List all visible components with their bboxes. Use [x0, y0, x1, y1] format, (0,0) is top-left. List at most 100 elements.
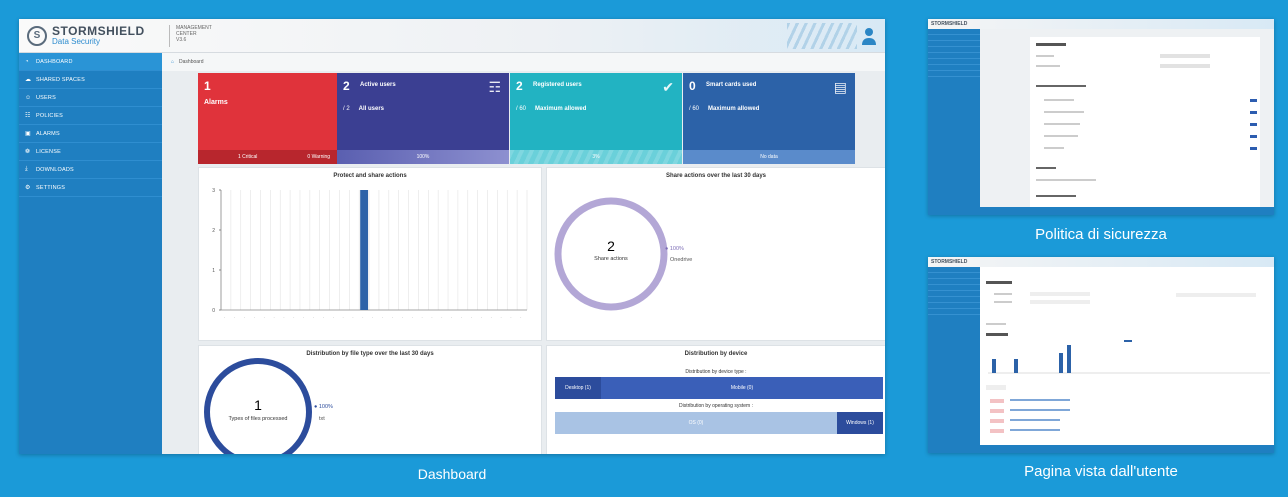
- x-tick-label: ·: [518, 315, 522, 319]
- thumb-top-bar: STORMSHIELD: [928, 19, 1274, 29]
- card-sub: / 60 Maximum allowed: [689, 106, 760, 112]
- sidebar-item-label: LICENSE: [36, 148, 61, 155]
- stat-card[interactable]: 2 Active users ☶ / 2 All users 100%: [337, 73, 509, 164]
- stat-card[interactable]: 2 Registered users ✔ / 60 Maximum allowed…: [510, 73, 682, 164]
- caption-dashboard: Dashboard: [417, 466, 487, 482]
- thumb-sidebar: [928, 267, 980, 445]
- x-tick-label: ·: [252, 315, 256, 319]
- card-footer: 3%: [510, 150, 682, 164]
- legend-name: txt: [319, 416, 325, 422]
- device-panel: Distribution by device Distribution by d…: [546, 345, 885, 454]
- panel-title: Distribution by device: [684, 351, 748, 357]
- logo: S STORMSHIELD Data Security: [19, 23, 169, 46]
- y-tick-label: 3: [212, 188, 215, 194]
- sidebar-item-label: ALARMS: [36, 130, 60, 137]
- x-tick-label: ·: [479, 315, 483, 319]
- sidebar-item-shared-spaces[interactable]: ☁ SHARED SPACES: [19, 71, 162, 89]
- card-title: Smart cards used: [706, 82, 757, 88]
- x-tick-label: ·: [350, 315, 354, 319]
- sidebar-item-label: DOWNLOADS: [36, 166, 74, 173]
- x-tick-label: ·: [222, 315, 226, 319]
- dashboard-screenshot: S STORMSHIELD Data Security MANAGEMENT C…: [19, 19, 885, 454]
- x-tick-label: ·: [321, 315, 325, 319]
- x-tick-label: ·: [420, 315, 424, 319]
- mc-line1: MANAGEMENT: [176, 24, 212, 31]
- protect-share-panel: Protect and share actions 0 1 2 3 · · · · · · · · · ·…: [198, 167, 542, 341]
- mc-line3: V3.6: [176, 36, 187, 43]
- card-sub: / 60 Maximum allowed: [516, 106, 587, 112]
- x-tick-label: ·: [301, 315, 305, 319]
- sidebar-item-label: SETTINGS: [36, 184, 66, 191]
- card-title: Registered users: [533, 82, 582, 88]
- x-tick-label: ·: [400, 315, 404, 319]
- y-tick-label: 0: [212, 308, 215, 314]
- x-tick-label: ·: [262, 315, 266, 319]
- x-tick-label: ·: [331, 315, 335, 319]
- thumb-content: [980, 267, 1274, 445]
- donut-value: 1: [254, 397, 262, 413]
- x-tick-label: ·: [242, 315, 246, 319]
- sidebar-item-license[interactable]: ❁ LICENSE: [19, 143, 162, 161]
- x-tick-label: ·: [429, 315, 433, 319]
- decor-stripes: [787, 23, 857, 49]
- sidebar-item-label: SHARED SPACES: [36, 76, 85, 83]
- card-icon: ✔: [662, 79, 674, 95]
- x-tick-label: ·: [281, 315, 285, 319]
- x-tick-label: ·: [459, 315, 463, 319]
- legend-pct: ● 100%: [314, 404, 333, 410]
- thumb-sidebar: [928, 29, 980, 207]
- panel-title: Share actions over the last 30 days: [665, 173, 767, 179]
- caption-policy: Politica di sicurezza: [1035, 226, 1167, 243]
- donut-value: 2: [607, 238, 615, 254]
- sidebar-item-alarms[interactable]: ▣ ALARMS: [19, 125, 162, 143]
- sidebar-item-policies[interactable]: ☷ POLICIES: [19, 107, 162, 125]
- x-tick-label: ·: [499, 315, 503, 319]
- x-tick-label: ·: [272, 315, 276, 319]
- x-tick-label: ·: [311, 315, 315, 319]
- x-tick-label: ·: [439, 315, 443, 319]
- breadcrumb: ⌂ Dashboard: [162, 53, 885, 71]
- stat-card[interactable]: 0 Smart cards used ▤ / 60 Maximum allowed…: [683, 73, 855, 164]
- policy-screenshot: STORMSHIELD: [928, 19, 1274, 215]
- sidebar: ◔ DASHBOARD ☁ SHARED SPACES ☺ USERS ☷ POLICIES ▣…: [19, 53, 162, 454]
- product-name: MANAGEMENT CENTER V3.6: [169, 24, 212, 47]
- shield-logo-icon: S: [27, 25, 47, 46]
- gear-icon: ⚙: [25, 185, 31, 191]
- share-donut: [554, 197, 668, 311]
- card-footer: No data: [683, 150, 855, 164]
- x-tick-label: ·: [291, 315, 295, 319]
- sidebar-item-downloads[interactable]: ⤓ DOWNLOADS: [19, 161, 162, 179]
- y-tick-label: 1: [212, 268, 215, 274]
- x-tick-label: ·: [370, 315, 374, 319]
- sidebar-item-dashboard[interactable]: ◔ DASHBOARD: [19, 53, 162, 71]
- card-icon: ▤: [833, 79, 847, 95]
- brand-name: STORMSHIELD: [52, 23, 145, 38]
- x-tick-label: ·: [232, 315, 236, 319]
- cloud-icon: ☁: [25, 77, 32, 83]
- x-tick-label: ·: [469, 315, 473, 319]
- legend-pct: ● 100%: [665, 246, 684, 252]
- os-bar: OS (0): [555, 412, 837, 434]
- donut-label: Share actions: [594, 256, 628, 262]
- legend-name: Onedrive: [670, 257, 693, 263]
- protect-share-chart: 0 1 2 3 · · · · · · · · · · · · · · · · · · · · · · · · · · · · · · ·: [212, 188, 528, 320]
- sidebar-item-settings[interactable]: ⚙ SETTINGS: [19, 179, 162, 197]
- donut-label: Types of files processed: [228, 416, 288, 422]
- file-type-panel: Distribution by file type over the last …: [198, 345, 542, 454]
- x-tick-label: ·: [360, 315, 364, 319]
- x-tick-label: ·: [508, 315, 512, 319]
- device-type-label: Distribution by device type :: [685, 369, 747, 375]
- top-bar: S STORMSHIELD Data Security MANAGEMENT C…: [19, 19, 885, 53]
- user-icon[interactable]: [861, 27, 877, 45]
- thumb-logo: STORMSHIELD: [931, 259, 968, 265]
- thumb-top-bar: STORMSHIELD: [928, 257, 1274, 267]
- mobile-bar: Mobile (0): [601, 377, 883, 399]
- x-tick-label: ·: [410, 315, 414, 319]
- alarm-icon: ▣: [25, 131, 31, 137]
- home-icon[interactable]: ⌂: [171, 59, 174, 65]
- bar: [360, 190, 369, 310]
- share-actions-panel: Share actions over the last 30 days 2 Sh…: [546, 167, 885, 341]
- policy-icon: ☷: [25, 113, 31, 119]
- card-icon: ☶: [488, 79, 501, 95]
- sidebar-item-users[interactable]: ☺ USERS: [19, 89, 162, 107]
